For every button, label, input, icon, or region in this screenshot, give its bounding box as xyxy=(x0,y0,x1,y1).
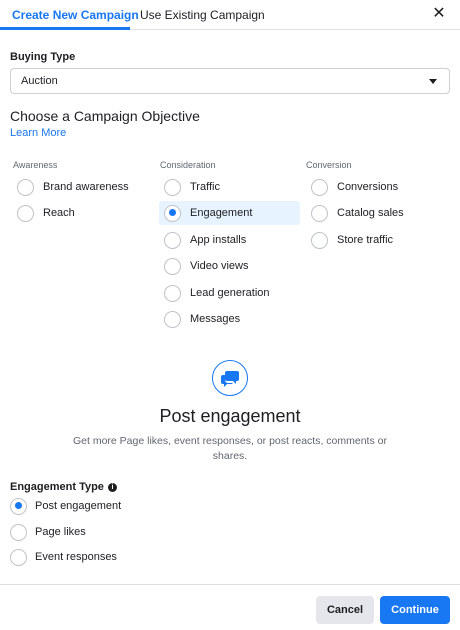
objective-option-traffic[interactable]: Traffic xyxy=(164,175,220,199)
radio-button[interactable] xyxy=(311,231,328,249)
objective-option-messages[interactable]: Messages xyxy=(164,307,240,331)
tab-bar: Create New Campaign Use Existing Campaig… xyxy=(0,0,460,30)
radio-button[interactable] xyxy=(164,231,181,249)
option-label: Lead generation xyxy=(190,287,270,299)
radio-button[interactable] xyxy=(311,204,328,222)
option-label: Reach xyxy=(43,207,75,219)
radio-button-selected[interactable] xyxy=(10,497,27,515)
engagement-type-label: Engagement Type i xyxy=(10,481,117,493)
option-label: Conversions xyxy=(337,181,399,193)
buying-type-value: Auction xyxy=(21,75,58,87)
option-label: Catalog sales xyxy=(337,207,404,219)
column-title-consideration: Consideration xyxy=(160,160,216,170)
radio-button[interactable] xyxy=(164,178,181,196)
radio-button-selected[interactable] xyxy=(164,204,181,222)
radio-button[interactable] xyxy=(311,178,328,196)
radio-button[interactable] xyxy=(17,204,34,222)
objective-detail-title: Post engagement xyxy=(159,406,301,426)
engagement-option-post-engagement[interactable]: Post engagement xyxy=(10,494,121,518)
objective-option-video-views[interactable]: Video views xyxy=(164,254,249,278)
engagement-type-label-text: Engagement Type xyxy=(10,481,104,493)
objective-option-conversions[interactable]: Conversions xyxy=(311,175,398,199)
objective-heading: Choose a Campaign Objective xyxy=(10,108,200,124)
objective-option-catalog-sales[interactable]: Catalog sales xyxy=(311,201,404,225)
option-label: Messages xyxy=(190,313,241,325)
option-label: Page likes xyxy=(35,526,86,538)
option-label: Store traffic xyxy=(337,234,394,246)
buying-type-select[interactable]: Auction xyxy=(10,68,450,94)
option-label: Engagement xyxy=(190,207,253,219)
tab-create-new-campaign[interactable]: Create New Campaign xyxy=(12,8,139,22)
objective-option-reach[interactable]: Reach xyxy=(17,201,75,225)
option-label: Brand awareness xyxy=(43,181,129,193)
info-icon[interactable]: i xyxy=(107,483,117,492)
radio-button[interactable] xyxy=(10,548,27,566)
column-title-conversion: Conversion xyxy=(306,160,352,170)
buying-type-label: Buying Type xyxy=(10,51,76,63)
radio-button[interactable] xyxy=(17,178,34,196)
objective-option-app-installs[interactable]: App installs xyxy=(164,228,246,252)
chat-bubbles-icon xyxy=(212,360,248,396)
objective-option-store-traffic[interactable]: Store traffic xyxy=(311,228,393,252)
active-tab-indicator xyxy=(0,27,130,30)
option-label: Video views xyxy=(190,260,249,272)
option-label: App installs xyxy=(190,234,247,246)
radio-button[interactable] xyxy=(10,523,27,541)
option-label: Event responses xyxy=(35,551,117,563)
tab-use-existing-campaign[interactable]: Use Existing Campaign xyxy=(140,8,265,22)
continue-button[interactable]: Continue xyxy=(380,596,450,624)
learn-more-link[interactable]: Learn More xyxy=(10,127,66,139)
caret-down-icon xyxy=(429,79,437,84)
objective-detail-description: Get more Page likes, event responses, or… xyxy=(73,435,387,462)
option-label: Traffic xyxy=(190,181,220,193)
objective-option-brand-awareness[interactable]: Brand awareness xyxy=(17,175,129,199)
objective-option-lead-generation[interactable]: Lead generation xyxy=(164,281,270,305)
close-icon[interactable]: ✕ xyxy=(430,5,448,23)
column-title-awareness: Awareness xyxy=(13,160,58,170)
radio-button[interactable] xyxy=(164,284,181,302)
objective-option-engagement[interactable]: Engagement xyxy=(159,201,300,225)
radio-button[interactable] xyxy=(164,257,181,275)
engagement-option-event-responses[interactable]: Event responses xyxy=(10,545,117,569)
cancel-button[interactable]: Cancel xyxy=(316,596,374,624)
radio-button[interactable] xyxy=(164,310,181,328)
option-label: Post engagement xyxy=(35,500,122,512)
engagement-option-page-likes[interactable]: Page likes xyxy=(10,520,86,544)
footer-divider xyxy=(0,584,460,585)
